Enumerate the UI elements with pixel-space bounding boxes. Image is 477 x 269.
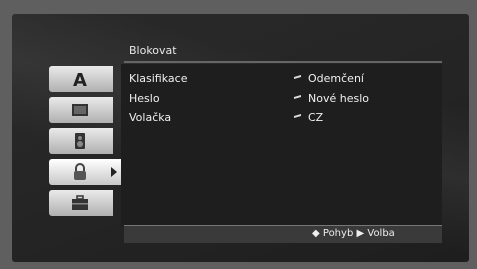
play-arrow-icon: ▶	[356, 228, 365, 239]
chevron-right-icon	[111, 167, 117, 177]
move-label: Pohyb	[322, 228, 354, 239]
up-down-icon: ◆	[312, 228, 320, 239]
letter-a-icon: A	[73, 70, 87, 89]
menu-item-klasifikace[interactable]: Klasifikace	[129, 72, 187, 85]
tab-lock[interactable]	[49, 159, 121, 185]
value-klasifikace: Odemčení	[294, 72, 364, 85]
tab-display[interactable]	[49, 97, 113, 123]
bullet-icon	[294, 95, 301, 99]
speaker-icon	[75, 133, 85, 149]
monitor-icon	[72, 104, 88, 116]
value-heslo: Nové heslo	[294, 92, 369, 105]
toolbox-icon	[72, 195, 88, 210]
select-label: Volba	[367, 228, 395, 239]
tab-language[interactable]: A	[49, 66, 113, 92]
bullet-icon	[294, 114, 301, 118]
value-text: CZ	[308, 111, 324, 124]
svg-text:A: A	[73, 70, 87, 89]
lock-icon	[74, 163, 86, 180]
value-text: Odemčení	[308, 72, 364, 85]
settings-panel	[121, 64, 442, 226]
page-title: Blokovat	[129, 44, 177, 57]
value-text: Nové heslo	[308, 92, 369, 105]
menu-item-heslo[interactable]: Heslo	[129, 92, 160, 105]
menu-item-volacka[interactable]: Volačka	[129, 111, 171, 124]
osd-screen: Blokovat A Klasifikace Heslo Volačka Ode…	[12, 14, 469, 262]
title-divider	[124, 61, 442, 63]
value-volacka: CZ	[294, 111, 323, 124]
sidebar: A	[49, 66, 121, 226]
tab-others[interactable]	[49, 190, 113, 216]
footer-help: ◆ Pohyb ▶ Volba	[312, 225, 395, 242]
tab-audio[interactable]	[49, 128, 113, 154]
bullet-icon	[294, 75, 301, 79]
